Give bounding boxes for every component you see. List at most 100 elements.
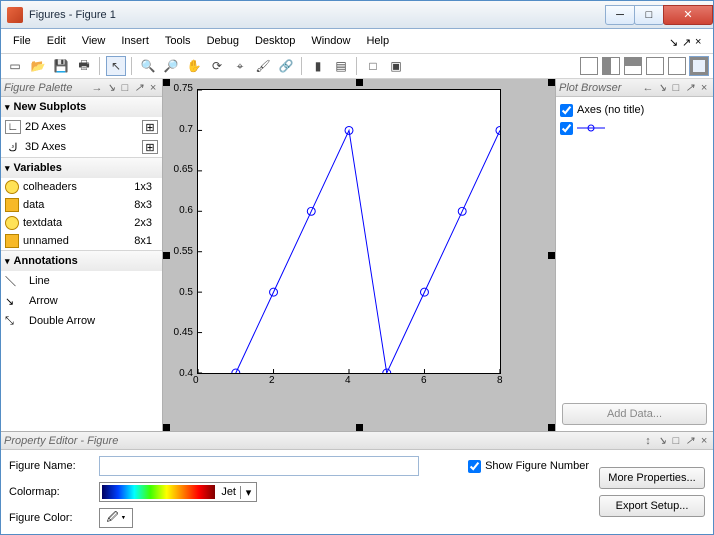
variable-icon <box>5 180 19 194</box>
restore-pane-icon[interactable]: □ <box>670 435 682 447</box>
property-editor-header[interactable]: Property Editor - Figure ↕ ↘ □ ↗ × <box>1 432 713 450</box>
grid-icon[interactable]: ⊞ <box>142 120 158 134</box>
variable-item[interactable]: unnamed8x1 <box>1 232 162 250</box>
layout-left-right-icon[interactable] <box>601 56 621 76</box>
selection-handle[interactable] <box>163 424 170 431</box>
menu-edit[interactable]: Edit <box>39 33 74 49</box>
variable-item[interactable]: data8x3 <box>1 196 162 214</box>
variable-item[interactable]: textdata2x3 <box>1 214 162 232</box>
plot-browser-axes-item[interactable]: Axes (no title) <box>560 101 709 119</box>
colorbar-icon[interactable]: ▮ <box>308 56 328 76</box>
plot-browser-series-item[interactable] <box>560 119 709 137</box>
legend-icon[interactable]: ▤ <box>331 56 351 76</box>
y-tick-label: 0.4 <box>179 368 193 379</box>
open-icon[interactable]: 📂 <box>28 56 48 76</box>
selection-handle[interactable] <box>163 79 170 86</box>
edit-plot-icon[interactable]: ↖ <box>106 56 126 76</box>
minimize-pane-icon[interactable]: ↘ <box>656 82 668 94</box>
close-pane-icon[interactable]: × <box>147 82 159 94</box>
menu-file[interactable]: File <box>5 33 39 49</box>
layout-grid-icon[interactable] <box>645 56 665 76</box>
new-figure-icon[interactable]: ▭ <box>5 56 25 76</box>
titlebar[interactable]: Figures - Figure 1 ─ □ ✕ <box>1 1 713 29</box>
selection-handle[interactable] <box>548 252 555 259</box>
maximize-button[interactable]: □ <box>634 5 664 25</box>
layout-float-icon[interactable] <box>667 56 687 76</box>
export-setup-button[interactable]: Export Setup... <box>599 495 705 517</box>
colormap-select[interactable]: Jet ▾ <box>99 482 257 502</box>
minimize-pane-icon[interactable]: ↘ <box>105 82 117 94</box>
series-checkbox[interactable] <box>560 122 573 135</box>
layout-top-bottom-icon[interactable] <box>623 56 643 76</box>
minimize-pane-icon[interactable]: ↘ <box>656 435 668 447</box>
new-subplots-header[interactable]: New Subplots <box>1 97 162 117</box>
restore-pane-icon[interactable]: □ <box>119 82 131 94</box>
selection-handle[interactable] <box>548 79 555 86</box>
axes-checkbox[interactable] <box>560 104 573 117</box>
annotations-header[interactable]: Annotations <box>1 251 162 271</box>
rotate-3d-icon[interactable]: ⟳ <box>207 56 227 76</box>
variable-name: textdata <box>23 217 62 229</box>
menu-help[interactable]: Help <box>358 33 397 49</box>
menu-debug[interactable]: Debug <box>199 33 247 49</box>
close-pane-icon[interactable]: × <box>698 435 710 447</box>
selection-handle[interactable] <box>356 424 363 431</box>
figure-color-button[interactable]: 🖉 ▾ <box>99 508 133 528</box>
menu-desktop[interactable]: Desktop <box>247 33 303 49</box>
show-tools-icon[interactable]: ▣ <box>386 56 406 76</box>
brush-icon[interactable]: 🖌 <box>253 56 273 76</box>
undock-pane-icon[interactable]: ↗ <box>684 435 696 447</box>
property-editor-body: Figure Name: Show Figure Number More Pro… <box>1 450 713 534</box>
more-properties-button[interactable]: More Properties... <box>599 467 705 489</box>
zoom-out-icon[interactable]: 🔎 <box>161 56 181 76</box>
undock-pane-icon[interactable]: ↗ <box>133 82 145 94</box>
figure-palette-header[interactable]: Figure Palette → ↘ □ ↗ × <box>1 79 162 97</box>
show-figure-number-row[interactable]: Show Figure Number <box>468 460 589 473</box>
close-panel-icon[interactable]: × <box>695 36 705 46</box>
variables-header[interactable]: Variables <box>1 158 162 178</box>
restore-pane-icon[interactable]: □ <box>670 82 682 94</box>
hide-tools-icon[interactable]: □ <box>363 56 383 76</box>
close-pane-icon[interactable]: × <box>698 82 710 94</box>
figure-name-input[interactable] <box>99 456 419 476</box>
selection-handle[interactable] <box>356 79 363 86</box>
axes-3d-item[interactable]: ك 3D Axes ⊞ <box>1 137 162 157</box>
zoom-in-icon[interactable]: 🔍 <box>138 56 158 76</box>
menu-tools[interactable]: Tools <box>157 33 199 49</box>
add-data-button[interactable]: Add Data... <box>562 403 707 425</box>
minimize-button[interactable]: ─ <box>605 5 635 25</box>
print-icon[interactable]: 🖶 <box>74 56 94 76</box>
grid-icon[interactable]: ⊞ <box>142 140 158 154</box>
figure-canvas[interactable]: 0.40.450.50.550.60.650.70.75 02468 <box>163 79 555 431</box>
data-cursor-icon[interactable]: ⌖ <box>230 56 250 76</box>
variable-item[interactable]: colheaders1x3 <box>1 178 162 196</box>
menu-window[interactable]: Window <box>303 33 358 49</box>
arrow-icon[interactable]: ← <box>642 82 654 94</box>
maximize-split-icon[interactable]: ↗ <box>682 36 692 46</box>
axes-2d-item[interactable]: ∟ 2D Axes ⊞ <box>1 117 162 137</box>
close-button[interactable]: ✕ <box>663 5 713 25</box>
annotation-double-arrow-item[interactable]: ⤡ Double Arrow <box>1 311 162 331</box>
selection-handle[interactable] <box>548 424 555 431</box>
annotation-double-arrow-label: Double Arrow <box>29 315 95 327</box>
undock-pane-icon[interactable]: ↗ <box>684 82 696 94</box>
save-icon[interactable]: 💾 <box>51 56 71 76</box>
pan-icon[interactable]: ✋ <box>184 56 204 76</box>
arrow-icon[interactable]: → <box>91 82 103 94</box>
annotation-line-item[interactable]: ＼ Line <box>1 271 162 291</box>
new-subplots-section: New Subplots ∟ 2D Axes ⊞ ك 3D Axes ⊞ <box>1 97 162 158</box>
annotation-arrow-item[interactable]: ↘ Arrow <box>1 291 162 311</box>
property-editor-title: Property Editor - Figure <box>4 435 118 447</box>
show-figure-number-checkbox[interactable] <box>468 460 481 473</box>
plot-browser-header[interactable]: Plot Browser ← ↘ □ ↗ × <box>556 79 713 97</box>
undock-icon[interactable]: ↘ <box>669 36 679 46</box>
link-icon[interactable]: 🔗 <box>276 56 296 76</box>
axes[interactable] <box>197 89 501 374</box>
layout-max-icon[interactable] <box>689 56 709 76</box>
dropdown-icon[interactable]: ▾ <box>240 486 256 499</box>
layout-single-icon[interactable] <box>579 56 599 76</box>
menu-view[interactable]: View <box>74 33 114 49</box>
menu-insert[interactable]: Insert <box>113 33 157 49</box>
collapse-icon[interactable]: ↕ <box>642 435 654 447</box>
arrow-icon: ↘ <box>5 294 25 308</box>
